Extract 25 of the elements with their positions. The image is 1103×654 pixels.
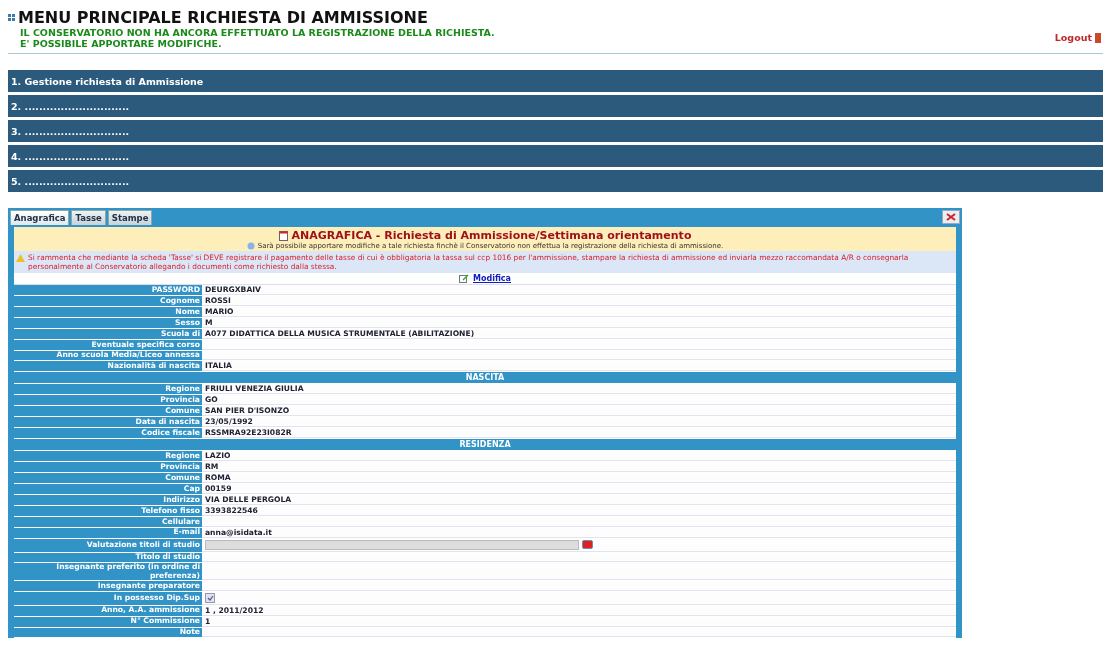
tab[interactable]: Tasse [71, 209, 106, 225]
edit-link[interactable]: Modifica [473, 274, 511, 283]
grid-dots-icon [8, 14, 15, 21]
close-icon [946, 213, 956, 221]
menu-item[interactable]: 3. ............................. [8, 120, 1103, 142]
edit-icon [459, 274, 469, 283]
menu-item[interactable]: 1. Gestione richiesta di Ammissione [8, 70, 1103, 92]
page-title: MENU PRINCIPALE RICHIESTA DI AMMISSIONE [18, 8, 428, 27]
dropdown-button[interactable] [582, 540, 593, 549]
menu-item[interactable]: 4. ............................. [8, 145, 1103, 167]
tab[interactable]: Stampe [107, 209, 153, 225]
tab[interactable]: Anagrafica [10, 209, 70, 225]
panel-title: ANAGRAFICA - Richiesta di Ammissione/Settimana orientamento [291, 229, 692, 242]
logout-link[interactable]: Logout [1054, 32, 1101, 43]
section-header: RESIDENZA [14, 439, 956, 451]
menu-item[interactable]: 2. ............................. [8, 95, 1103, 117]
menu-item[interactable]: 5. ............................. [8, 170, 1103, 192]
section-header: NASCITA [14, 372, 956, 384]
close-button[interactable] [942, 210, 960, 224]
status-message: E' POSSIBILE APPORTARE MODIFICHE. [19, 38, 223, 49]
checkbox[interactable] [205, 592, 215, 603]
status-message: IL CONSERVATORIO NON HA ANCORA EFFETTUATO LA REGISTRAZIONE DELLA RICHIESTA. [19, 27, 495, 38]
warning-icon [16, 254, 25, 262]
select-field[interactable] [205, 539, 579, 550]
document-icon [278, 230, 288, 241]
